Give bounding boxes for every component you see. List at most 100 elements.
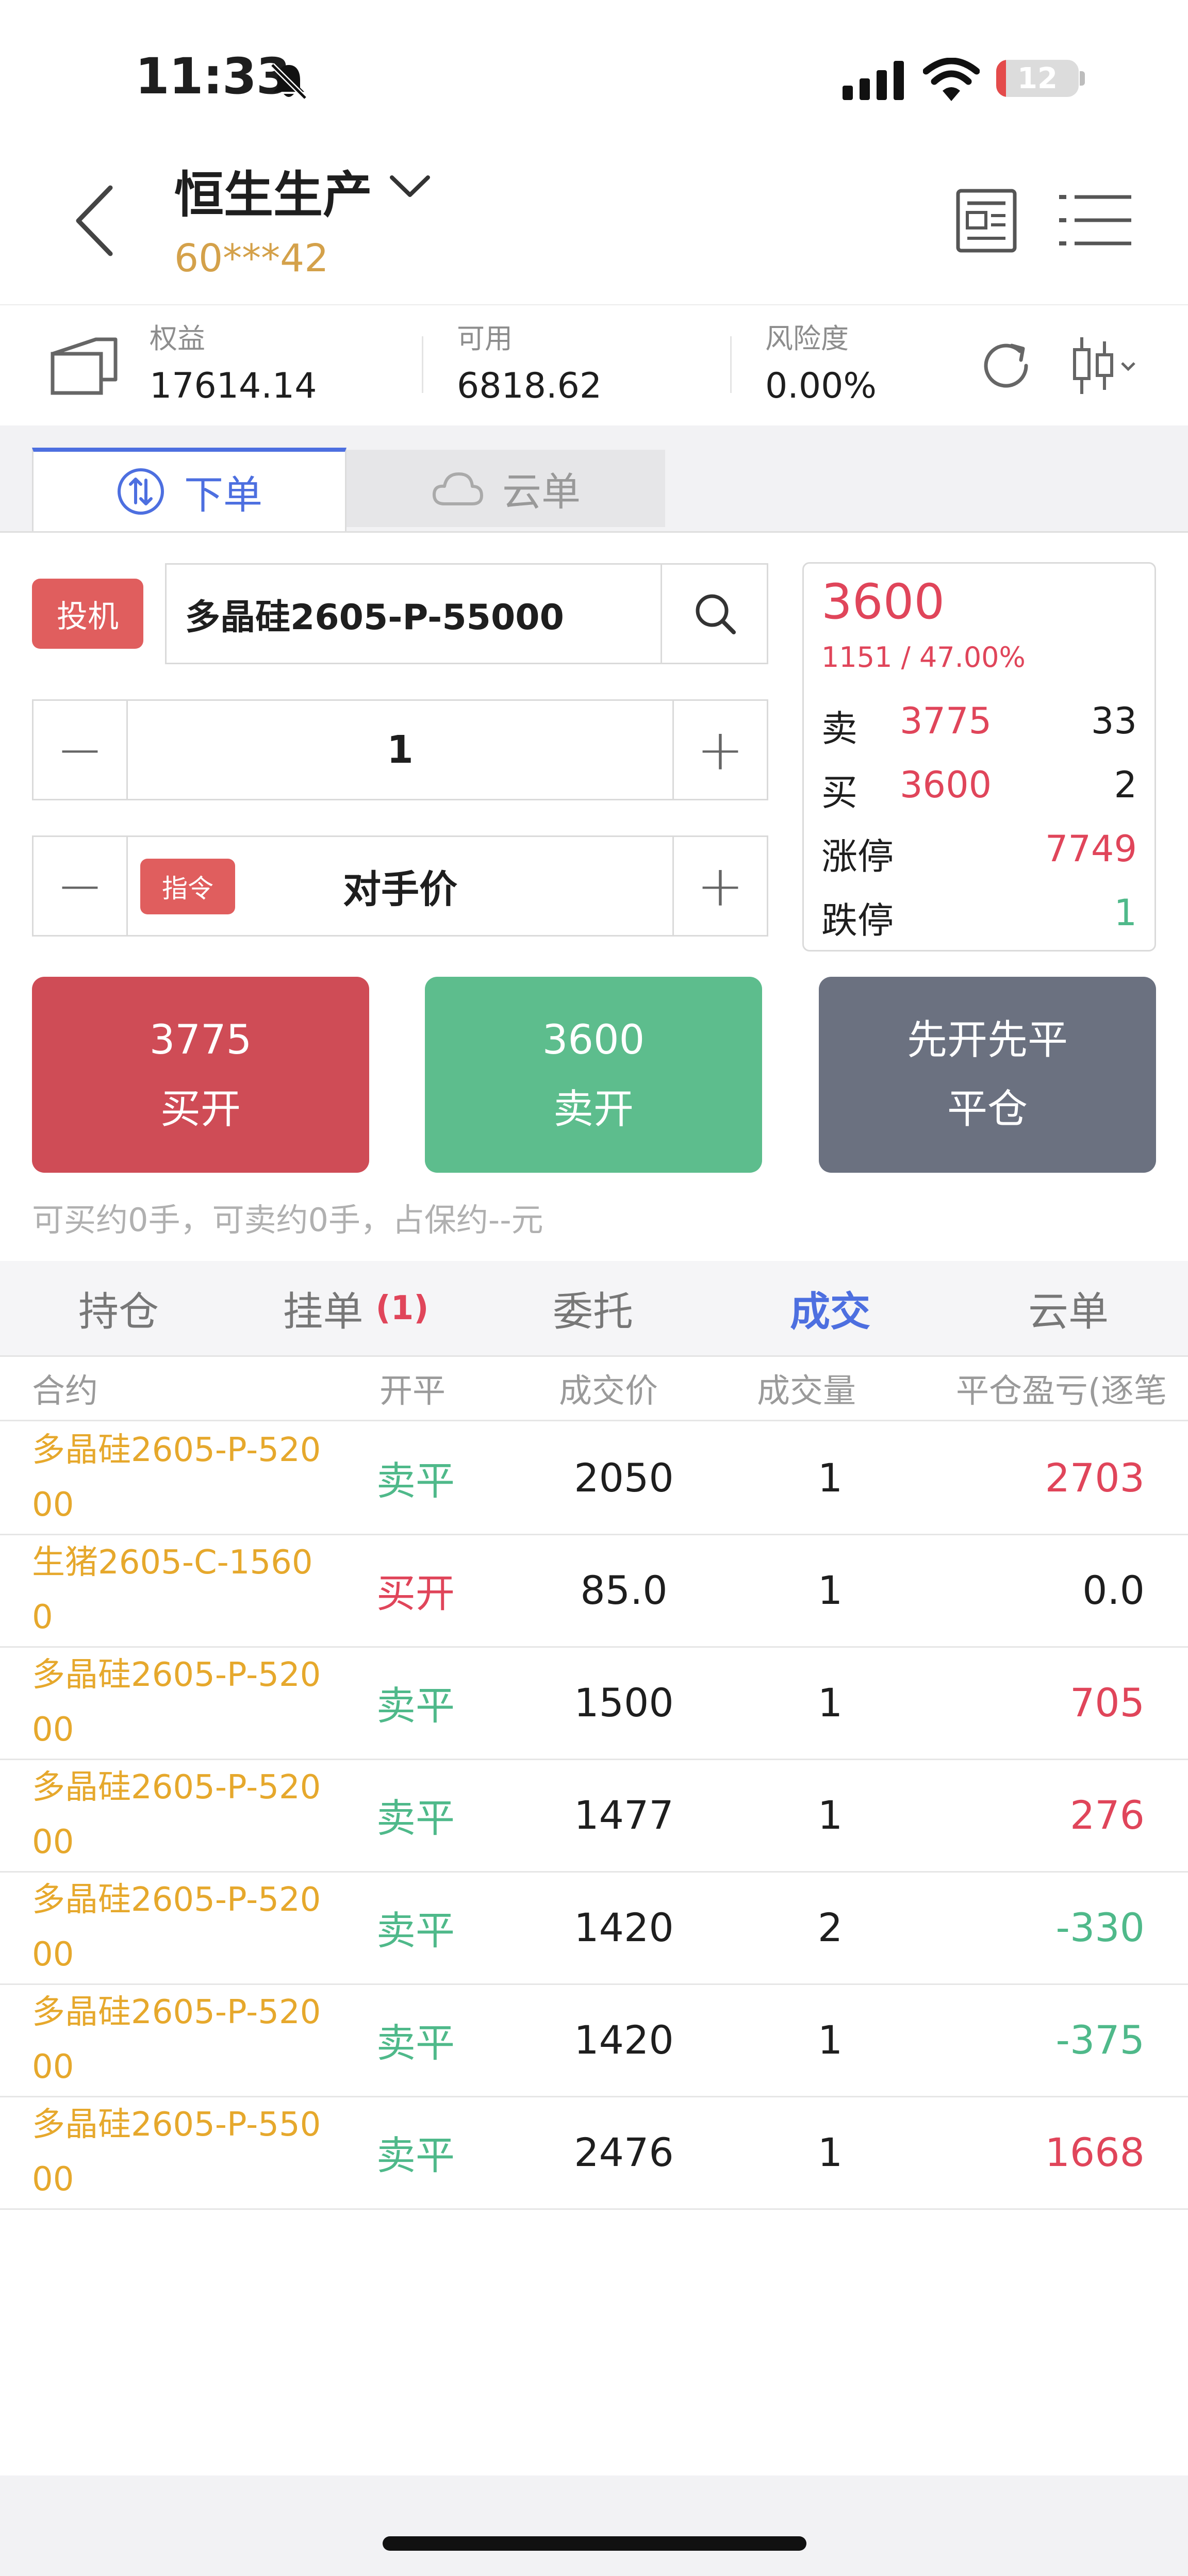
tab-cloud[interactable]: 云单 (346, 450, 665, 527)
bell-muted-icon (270, 63, 307, 100)
row-pnl: 276 (1069, 1792, 1145, 1838)
row-contract: 多晶硅2605-P-52000 (32, 1656, 321, 1749)
buy-open-button[interactable]: 3775 买开 (32, 977, 369, 1173)
tab-cloud-orders[interactable]: 云单 (949, 1261, 1188, 1355)
quantity-stepper: − 1 + (32, 699, 768, 800)
row-quantity: 1 (817, 2016, 843, 2063)
row-pnl: 2703 (1045, 1454, 1145, 1501)
buy-open-label: 买开 (160, 1086, 241, 1133)
speculation-badge[interactable]: 投机 (32, 579, 143, 649)
fund-available-value: 6818.62 (457, 366, 602, 406)
row-open-close: 卖平 (376, 1908, 455, 1954)
quantity-value[interactable]: 1 (126, 701, 674, 799)
row-pnl: -330 (1055, 1904, 1145, 1950)
account-name[interactable]: 恒生生产 (174, 155, 372, 226)
tab-trades[interactable]: 成交 (712, 1261, 949, 1355)
limit-up-label: 涨停 (821, 835, 894, 878)
row-contract: 多晶硅2605-P-52000 (32, 1993, 321, 2086)
table-row[interactable]: 多晶硅2605-P-52000 卖平 1420 2 -330 (0, 1871, 1188, 1985)
row-contract: 多晶硅2605-P-52000 (32, 1881, 321, 1974)
bid-volume: 2 (1114, 764, 1137, 806)
record-tabs: 持仓 挂单 (1) 委托 成交 云单 (0, 1261, 1188, 1357)
row-pnl: 1668 (1045, 2129, 1145, 2175)
contract-input[interactable]: 多晶硅2605-P-55000 (165, 563, 768, 664)
row-quantity: 1 (817, 1792, 843, 1838)
tab-trades-label: 成交 (789, 1288, 870, 1335)
battery-cap (1080, 71, 1085, 86)
bid-label: 买 (821, 772, 857, 814)
limit-up-price[interactable]: 7749 (1045, 828, 1137, 870)
search-button[interactable] (661, 565, 768, 663)
quantity-plus-button[interactable]: + (674, 701, 767, 799)
price-minus-button[interactable]: − (34, 837, 126, 935)
price-type-field[interactable]: 指令 对手价 (126, 837, 674, 935)
fund-risk-value: 0.00% (765, 366, 877, 406)
pending-count-badge: (1) (375, 1289, 429, 1327)
wallet-icon[interactable] (50, 336, 119, 396)
fund-risk: 风险度 0.00% (765, 316, 877, 406)
close-position-button[interactable]: 先开先平 平仓 (819, 977, 1156, 1173)
table-row[interactable]: 多晶硅2605-P-52000 卖平 2050 1 2703 (0, 1421, 1188, 1535)
bottom-bar (0, 2475, 1188, 2576)
bid-price[interactable]: 3600 (900, 764, 992, 806)
row-open-close: 卖平 (376, 1683, 455, 1729)
divider (422, 336, 423, 393)
table-row[interactable]: 多晶硅2605-P-52000 卖平 1420 1 -375 (0, 1983, 1188, 2097)
fund-equity-value: 17614.14 (150, 366, 317, 406)
row-open-close: 买开 (376, 1570, 455, 1616)
table-row[interactable]: 多晶硅2605-P-52000 卖平 1500 1 705 (0, 1646, 1188, 1760)
tab-order-label: 下单 (184, 472, 262, 518)
quantity-minus-button[interactable]: − (34, 701, 126, 799)
row-quantity: 1 (817, 1679, 843, 1726)
price-type-value: 对手价 (343, 867, 457, 912)
ask-price[interactable]: 3775 (900, 700, 992, 742)
margin-hint: 可买约0手，可卖约0手，占保约--元 (32, 1201, 543, 1239)
divider (730, 336, 732, 393)
fund-risk-label: 风险度 (765, 322, 849, 355)
tab-orders-label: 委托 (552, 1288, 633, 1335)
tab-pending[interactable]: 挂单 (1) (237, 1261, 474, 1355)
tab-orders[interactable]: 委托 (474, 1261, 712, 1355)
report-icon[interactable] (955, 188, 1018, 254)
row-contract: 多晶硅2605-P-52000 (32, 1768, 321, 1861)
row-open-close: 卖平 (376, 2132, 455, 2178)
candlestick-chart-icon[interactable] (1070, 333, 1143, 398)
limit-down-price[interactable]: 1 (1114, 892, 1137, 934)
chevron-down-icon[interactable] (388, 172, 432, 201)
status-time: 11:33 (135, 47, 291, 105)
quote-last-price: 3600 (821, 574, 945, 630)
col-open-close: 开平 (380, 1372, 446, 1410)
row-price: 85.0 (580, 1567, 668, 1613)
row-contract: 生猪2605-C-15600 (32, 1544, 313, 1636)
back-arrow-icon[interactable] (71, 185, 118, 257)
close-line1: 先开先平 (906, 1017, 1068, 1063)
row-contract: 多晶硅2605-P-52000 (32, 1431, 321, 1524)
tab-positions-label: 持仓 (78, 1288, 159, 1335)
table-row[interactable]: 多晶硅2605-P-55000 卖平 2476 1 1668 (0, 2096, 1188, 2210)
row-open-close: 卖平 (376, 2020, 455, 2066)
wifi-icon (923, 58, 980, 101)
sell-open-button[interactable]: 3600 卖开 (425, 977, 762, 1173)
cloud-icon (433, 472, 483, 505)
price-plus-button[interactable]: + (674, 837, 767, 935)
col-pnl: 平仓盈亏(逐笔 (956, 1372, 1167, 1410)
row-price: 2050 (574, 1454, 674, 1501)
fund-equity: 权益 17614.14 (150, 316, 317, 406)
table-row[interactable]: 多晶硅2605-P-52000 卖平 1477 1 276 (0, 1759, 1188, 1873)
trades-table-body: 多晶硅2605-P-52000 卖平 2050 1 2703 生猪2605-C-… (0, 1421, 1188, 2210)
funds-bar: 权益 17614.14 可用 6818.62 风险度 0.00% (0, 304, 1188, 426)
limit-down-label: 跌停 (821, 899, 894, 942)
account-id: 60***42 (174, 236, 329, 281)
tab-order[interactable]: 下单 (32, 448, 346, 531)
table-row[interactable]: 生猪2605-C-15600 买开 85.0 1 0.0 (0, 1534, 1188, 1648)
menu-list-icon[interactable] (1059, 193, 1131, 248)
quote-change: 1151 / 47.00% (821, 641, 1026, 674)
col-price: 成交价 (559, 1372, 658, 1410)
home-indicator[interactable] (383, 2536, 806, 2551)
refresh-icon[interactable] (978, 337, 1034, 394)
row-quantity: 1 (817, 1454, 843, 1501)
trades-table-header: 合约 开平 成交价 成交量 平仓盈亏(逐笔 (0, 1357, 1188, 1421)
battery-level: 12 (1017, 61, 1058, 95)
ask-volume: 33 (1091, 700, 1137, 742)
tab-positions[interactable]: 持仓 (0, 1261, 237, 1355)
